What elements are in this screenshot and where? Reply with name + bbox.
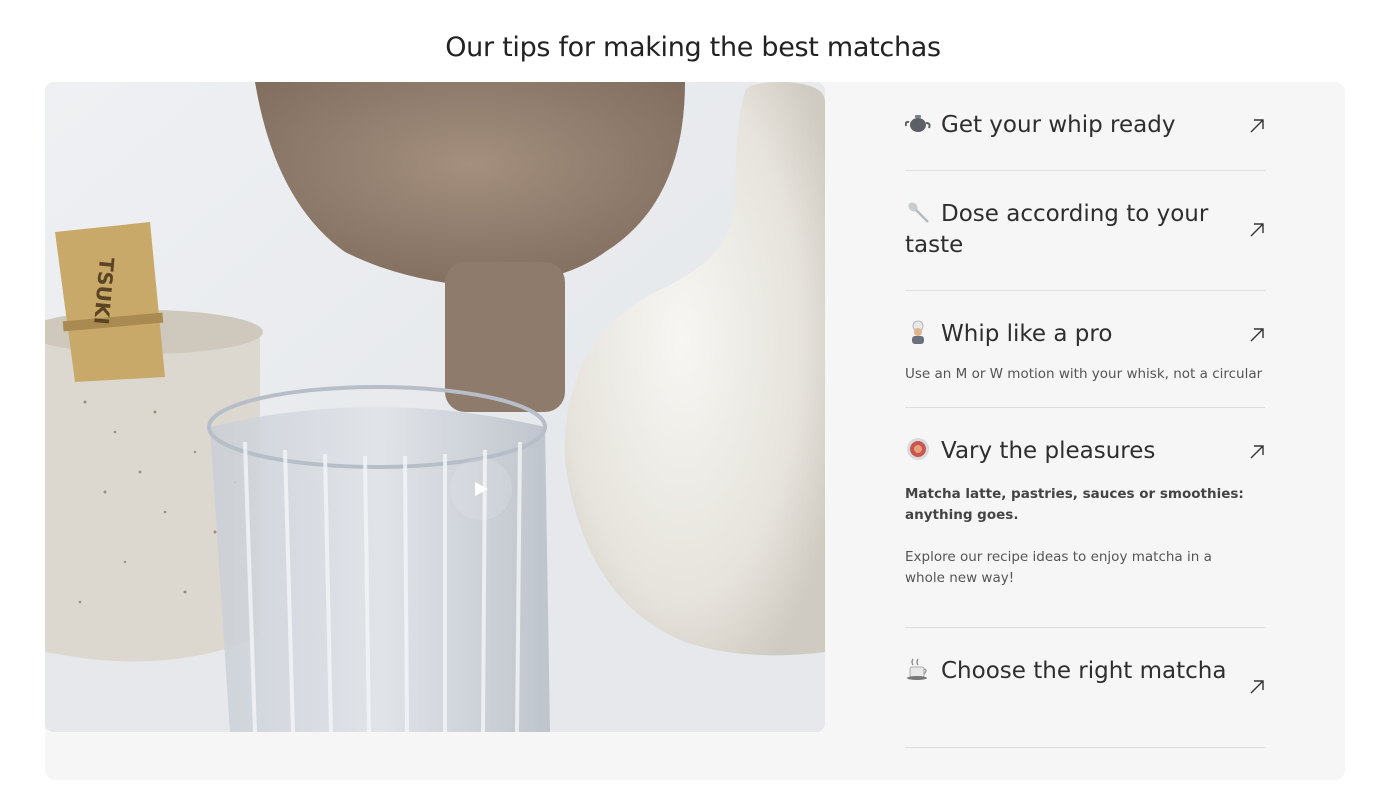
tip-title: Choose the right matcha [905, 656, 1235, 687]
spoon-icon [908, 202, 929, 223]
tip-vary-the-pleasures[interactable]: Vary the pleasures Matcha latte, pastrie… [905, 408, 1265, 628]
arrow-up-right-icon [1250, 119, 1264, 133]
tip-choose-the-right-matcha[interactable]: Choose the right matcha [905, 628, 1265, 748]
play-button[interactable] [450, 458, 512, 520]
tip-title-text: Get your whip ready [941, 112, 1176, 138]
tip-get-your-whip-ready[interactable]: Get your whip ready [905, 82, 1265, 171]
play-icon [475, 482, 488, 496]
tip-title: Dose according to your taste [905, 199, 1235, 261]
tip-text-bold: Matcha latte, pastries, sauces or smooth… [905, 486, 1244, 523]
video-frame: TSUKI [45, 82, 825, 732]
tip-title: Get your whip ready [905, 110, 1235, 141]
tip-text: Use an M or W motion with your whisk, no… [905, 367, 1263, 381]
tip-text-clip: Use an M or W motion with your whisk, no… [905, 367, 1265, 381]
tip-title: Vary the pleasures [905, 436, 1235, 467]
plate-icon [907, 438, 929, 460]
tip-title-text: Whip like a pro [941, 321, 1113, 347]
arrow-up-right-icon [1250, 223, 1264, 237]
hot-beverage-icon [907, 658, 927, 680]
tip-whip-like-a-pro[interactable]: Whip like a pro Use an M or W motion wit… [905, 291, 1265, 408]
arrow-up-right-icon [1250, 680, 1264, 694]
tip-text: Explore our recipe ideas to enjoy matcha… [905, 549, 1212, 586]
arrow-up-right-icon [1250, 445, 1264, 459]
tip-title: Whip like a pro [905, 319, 1235, 350]
chef-icon [912, 320, 924, 344]
tip-title-text: Vary the pleasures [941, 438, 1156, 464]
tip-title-text: Dose according to your taste [905, 201, 1209, 258]
page-title: Our tips for making the best matchas [445, 32, 941, 64]
arrow-up-right-icon [1250, 328, 1264, 342]
tip-title-text: Choose the right matcha [941, 658, 1227, 684]
tips-video[interactable]: TSUKI [45, 82, 825, 732]
teapot-icon [905, 115, 931, 132]
tip-dose-according-to-taste[interactable]: Dose according to your taste [905, 171, 1265, 291]
